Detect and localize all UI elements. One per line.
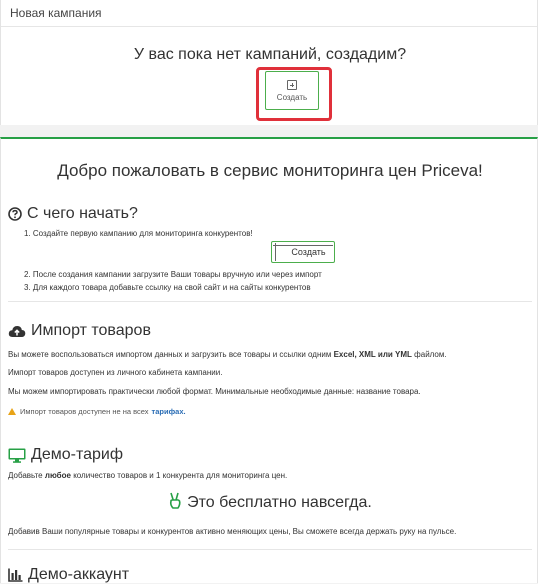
create-campaign-button-secondary[interactable]: Создать xyxy=(271,241,335,263)
create-campaign-button[interactable]: Создать xyxy=(265,71,319,110)
import-p1-text: Вы можете воспользоваться импортом данны… xyxy=(8,350,332,359)
free-forever-line: Это бесплатно навсегда. xyxy=(1,492,538,514)
plus-square-icon xyxy=(280,248,288,256)
import-formats: Excel, XML или YML xyxy=(333,350,412,359)
demo-tariff-p1-start: Добавьте xyxy=(8,471,43,480)
section-demo-tariff-title: Демо-тариф xyxy=(31,446,124,463)
welcome-panel: Добро пожаловать в сервис мониторинга це… xyxy=(0,137,538,583)
start-step-3: 3. Для каждого товара добавьте ссылку на… xyxy=(24,283,311,292)
section-demo-account-heading: Демо-аккаунт xyxy=(8,566,129,584)
import-note-text: Импорт товаров доступен не на всех xyxy=(20,407,149,416)
welcome-title: Добро пожаловать в сервис мониторинга це… xyxy=(57,161,483,180)
import-note: Импорт товаров доступен не на всех тариф… xyxy=(8,407,186,416)
section-start-heading: С чего начать? xyxy=(8,205,138,223)
plus-square-icon xyxy=(287,79,297,90)
free-forever-text: Это бесплатно навсегда. xyxy=(187,494,372,511)
warning-icon xyxy=(8,408,16,415)
start-step-1: 1. Создайте первую кампанию для монитори… xyxy=(24,229,253,238)
create-button-label: Создать xyxy=(276,92,308,102)
demo-tariff-paragraph-2: Добавив Ваши популярные товары и конкуре… xyxy=(8,527,457,536)
question-circle-icon xyxy=(8,207,22,221)
section-import-title: Импорт товаров xyxy=(31,322,151,339)
start-step-2: 2. После создания кампании загрузите Ваш… xyxy=(24,270,322,279)
empty-campaigns-message: У вас пока нет кампаний, создадим? xyxy=(133,46,407,63)
campaigns-panel: Новая кампания У вас пока нет кампаний, … xyxy=(0,0,538,125)
section-demo-account-title: Демо-аккаунт xyxy=(28,566,130,583)
panel-gap xyxy=(0,125,538,137)
divider xyxy=(8,549,532,550)
section-demo-tariff-heading: Демо-тариф xyxy=(8,446,123,464)
bar-chart-icon xyxy=(8,568,23,582)
divider xyxy=(8,301,532,302)
demo-tariff-p1-bold: любое xyxy=(44,471,71,480)
import-paragraph-1: Вы можете воспользоваться импортом данны… xyxy=(8,350,447,359)
monitor-icon xyxy=(8,448,26,463)
victory-hand-icon xyxy=(168,492,182,514)
panel-header-title: Новая кампания xyxy=(1,0,537,27)
tariffs-link[interactable]: тарифах. xyxy=(152,407,186,416)
create-button-label: Создать xyxy=(291,247,326,257)
cloud-upload-icon xyxy=(8,324,26,338)
demo-tariff-p1-end: количество товаров и 1 конкурента для мо… xyxy=(73,471,288,480)
section-import-heading: Импорт товаров xyxy=(8,322,151,340)
import-p1-tail: файлом. xyxy=(414,350,447,359)
demo-tariff-paragraph-1: Добавьте любое количество товаров и 1 ко… xyxy=(8,471,287,480)
import-paragraph-3: Мы можем импортировать практически любой… xyxy=(8,387,421,396)
import-paragraph-2: Импорт товаров доступен из личного кабин… xyxy=(8,368,223,377)
section-start-title: С чего начать? xyxy=(27,205,138,222)
